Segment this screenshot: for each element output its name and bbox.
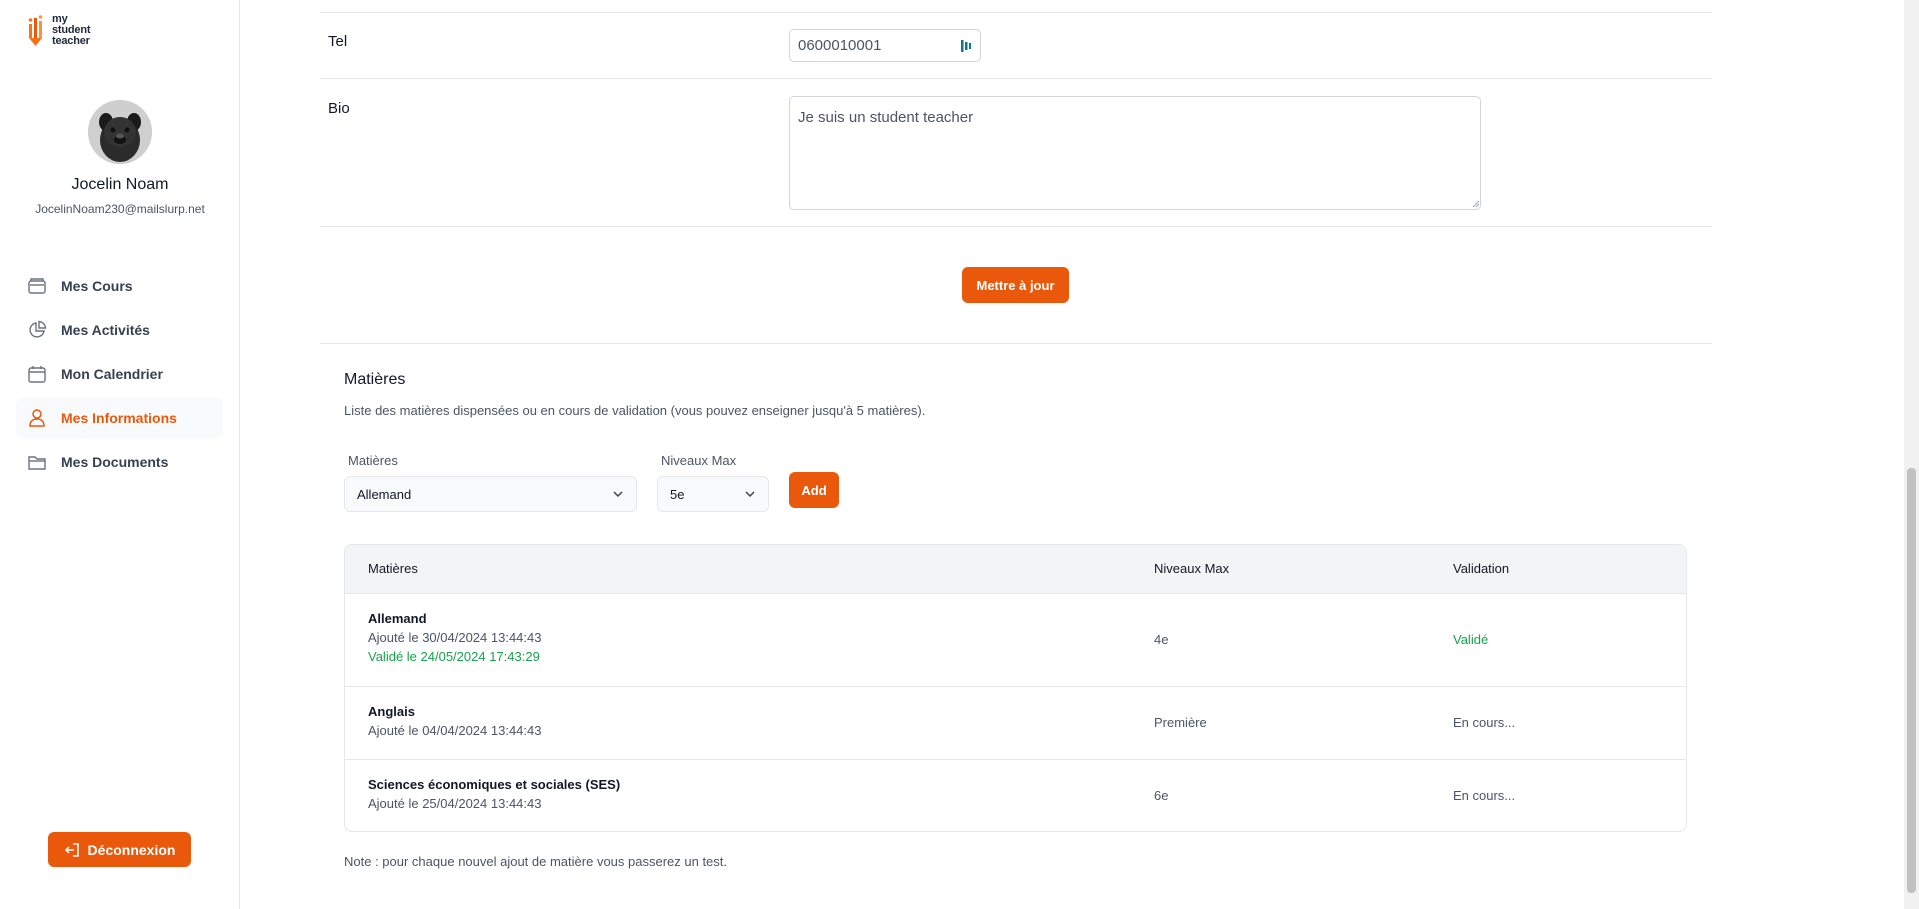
sidebar-item-label: Mes Activités bbox=[61, 322, 150, 338]
level-select[interactable]: 5e bbox=[657, 476, 769, 512]
calendar-icon bbox=[26, 363, 48, 385]
book-icon bbox=[26, 275, 48, 297]
folder-icon bbox=[26, 451, 48, 473]
tel-label: Tel bbox=[328, 33, 348, 50]
column-header-subject: Matières bbox=[368, 561, 418, 576]
subjects-note: Note : pour chaque nouvel ajout de matiè… bbox=[344, 854, 728, 869]
logout-button[interactable]: Déconnexion bbox=[48, 832, 191, 867]
sidebar: my student teacher Jocelin Noam JocelinN… bbox=[0, 0, 240, 909]
subject-added-date: Ajouté le 25/04/2024 13:44:43 bbox=[368, 796, 542, 811]
password-manager-icon[interactable] bbox=[960, 38, 972, 54]
logout-icon bbox=[64, 842, 79, 857]
divider bbox=[320, 78, 1712, 79]
sidebar-item-label: Mes Documents bbox=[61, 454, 169, 470]
status-badge: Validé bbox=[1453, 632, 1489, 647]
column-header-level: Niveaux Max bbox=[1154, 561, 1230, 576]
user-icon bbox=[26, 407, 48, 429]
add-subject-button[interactable]: Add bbox=[789, 472, 839, 508]
subject-select-label: Matières bbox=[348, 453, 398, 468]
sidebar-item-label: Mes Informations bbox=[61, 410, 177, 426]
dog-avatar-icon bbox=[88, 100, 152, 164]
subject-cell: Anglais Ajouté le 04/04/2024 13:44:43 bbox=[368, 704, 541, 738]
table-row: Anglais Ajouté le 04/04/2024 13:44:43 Pr… bbox=[345, 687, 1686, 760]
sidebar-item-mes-informations[interactable]: Mes Informations bbox=[16, 398, 223, 438]
user-email: JocelinNoam230@mailslurp.net bbox=[35, 202, 205, 216]
subject-select[interactable]: Allemand bbox=[344, 476, 637, 512]
subject-name: Sciences économiques et sociales (SES) bbox=[368, 777, 621, 792]
sidebar-nav: Mes Cours Mes Activités Mon Calendrier M… bbox=[16, 266, 223, 486]
level-select-value: 5e bbox=[670, 486, 685, 502]
sidebar-item-mon-calendrier[interactable]: Mon Calendrier bbox=[16, 354, 223, 394]
subjects-table: Matières Niveaux Max Validation Allemand… bbox=[344, 544, 1687, 832]
subjects-description: Liste des matières dispensées ou en cour… bbox=[344, 403, 926, 418]
sidebar-item-mes-cours[interactable]: Mes Cours bbox=[16, 266, 223, 306]
subject-cell: Sciences économiques et sociales (SES) A… bbox=[368, 777, 620, 811]
page-scrollbar[interactable] bbox=[1904, 0, 1919, 909]
table-row: Allemand Ajouté le 30/04/2024 13:44:43 V… bbox=[345, 594, 1686, 687]
bio-textarea[interactable]: Je suis un student teacher bbox=[789, 96, 1481, 210]
update-button[interactable]: Mettre à jour bbox=[962, 267, 1069, 303]
divider bbox=[320, 226, 1712, 227]
sidebar-item-label: Mon Calendrier bbox=[61, 366, 163, 382]
table-row: Sciences économiques et sociales (SES) A… bbox=[345, 760, 1686, 831]
sidebar-item-mes-activites[interactable]: Mes Activités bbox=[16, 310, 223, 350]
resize-grip-icon[interactable] bbox=[1472, 200, 1480, 208]
table-header: Matières Niveaux Max Validation bbox=[345, 545, 1686, 594]
logo-text-3: teacher bbox=[52, 35, 90, 47]
column-header-validation: Validation bbox=[1453, 561, 1510, 576]
tel-value: 0600010001 bbox=[798, 37, 882, 54]
level-cell: 4e bbox=[1154, 632, 1169, 647]
subject-name: Anglais bbox=[368, 704, 415, 719]
divider bbox=[320, 12, 1712, 13]
status-badge: En cours... bbox=[1453, 715, 1516, 730]
scrollbar-thumb[interactable] bbox=[1907, 468, 1916, 893]
bio-label: Bio bbox=[328, 100, 350, 117]
app-logo[interactable]: my student teacher bbox=[28, 14, 91, 48]
avatar bbox=[88, 100, 152, 164]
pie-chart-icon bbox=[26, 319, 48, 341]
main-content: Tel 0600010001 Bio Je suis un student te… bbox=[240, 0, 1904, 909]
subject-added-date: Ajouté le 04/04/2024 13:44:43 bbox=[368, 723, 542, 738]
chevron-down-icon bbox=[745, 491, 755, 498]
subjects-title: Matières bbox=[344, 371, 406, 388]
subject-added-date: Ajouté le 30/04/2024 13:44:43 bbox=[368, 630, 542, 645]
divider bbox=[320, 343, 1712, 344]
status-badge: En cours... bbox=[1453, 788, 1516, 803]
subject-validated-date: Validé le 24/05/2024 17:43:29 bbox=[368, 649, 540, 664]
sidebar-item-mes-documents[interactable]: Mes Documents bbox=[16, 442, 223, 482]
sidebar-item-label: Mes Cours bbox=[61, 278, 133, 294]
subject-cell: Allemand Ajouté le 30/04/2024 13:44:43 V… bbox=[368, 611, 541, 664]
subject-name: Allemand bbox=[368, 611, 427, 626]
level-select-label: Niveaux Max bbox=[661, 453, 737, 468]
logo-pencils-icon bbox=[28, 15, 43, 46]
chevron-down-icon bbox=[613, 491, 623, 498]
level-cell: Première bbox=[1154, 715, 1207, 730]
logout-label: Déconnexion bbox=[87, 841, 176, 858]
user-name: Jocelin Noam bbox=[71, 176, 169, 193]
tel-input[interactable]: 0600010001 bbox=[789, 29, 981, 62]
subject-select-value: Allemand bbox=[357, 486, 412, 502]
level-cell: 6e bbox=[1154, 788, 1169, 803]
